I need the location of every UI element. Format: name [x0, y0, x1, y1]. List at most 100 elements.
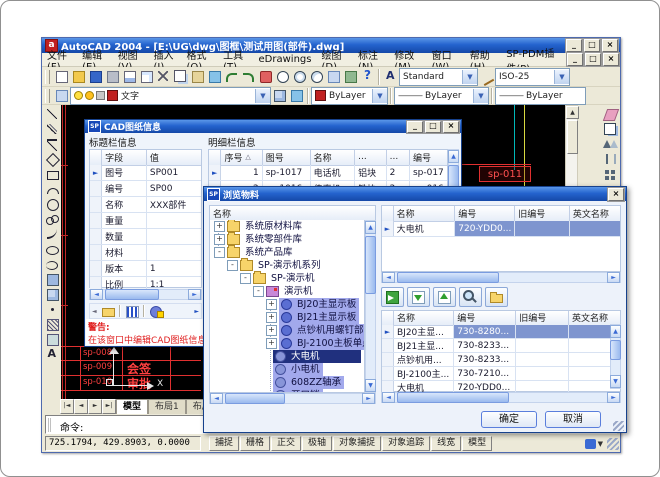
field-cell[interactable]: 材料	[102, 245, 147, 260]
minimize-icon[interactable]: _	[566, 39, 582, 52]
transfer-icon[interactable]	[381, 287, 404, 307]
properties-icon[interactable]	[325, 69, 342, 84]
color-combobox[interactable]: ByLayer ▼	[311, 87, 388, 105]
open-folder-icon[interactable]	[485, 287, 508, 307]
tree-hscrollbar[interactable]: ◄ ►	[209, 393, 376, 404]
field-cell[interactable]: 图号	[102, 165, 147, 180]
linetype-combobox[interactable]: ——— ByLayer ▼	[394, 87, 489, 105]
tree-item[interactable]: +系统原材料库	[210, 220, 305, 233]
tree-item[interactable]: +点钞机用螺钉部件	[262, 324, 365, 337]
scroll-thumb[interactable]	[397, 392, 509, 403]
seq-cell[interactable]: 1	[221, 165, 262, 180]
new-icon[interactable]	[53, 69, 70, 84]
value-cell[interactable]: 1	[147, 261, 201, 276]
code-column-header[interactable]: 编号	[455, 206, 515, 222]
tab-first-icon[interactable]: |◄	[60, 399, 74, 414]
tree-item-label[interactable]: 演示机	[281, 285, 316, 298]
toggle-osnap[interactable]: 对象捕捉	[333, 436, 381, 451]
scroll-thumb[interactable]	[225, 393, 285, 404]
scroll-up-icon[interactable]: ▲	[610, 325, 621, 338]
table-row[interactable]: 编号 SP00	[90, 181, 201, 197]
move-down-icon[interactable]	[407, 287, 430, 307]
cut-icon[interactable]	[155, 69, 172, 84]
code-column-header[interactable]: 编号	[410, 150, 447, 166]
dwg-column-header[interactable]: 图号	[263, 150, 311, 166]
tree-item-label[interactable]: 系统零部件库	[242, 233, 305, 246]
value-cell[interactable]: SP00	[147, 181, 201, 196]
multiline-text-icon[interactable]	[44, 347, 61, 362]
polygon-icon[interactable]	[44, 152, 61, 167]
table-row[interactable]: BJ21主显... 730-8233...	[382, 339, 620, 353]
dwg-cell[interactable]: sp-1017	[263, 165, 311, 180]
copy-icon[interactable]	[172, 69, 189, 84]
collapse-icon[interactable]: -	[227, 260, 238, 271]
name-cell[interactable]: 大电机	[394, 221, 456, 236]
table-row[interactable]: BJ-2100主... 730-7210...	[382, 367, 620, 381]
value-column-header[interactable]: 值	[147, 150, 201, 166]
construction-line-icon[interactable]	[44, 122, 61, 137]
result-table-hscrollbar[interactable]: ◄ ►	[381, 392, 621, 403]
layers-icon[interactable]	[53, 88, 70, 103]
table-row[interactable]: ► 大电机 720-YDD0...	[382, 221, 620, 237]
table-row[interactable]: ► 图号 SP001	[90, 165, 201, 181]
close-icon[interactable]: ×	[443, 121, 459, 133]
name-column-header[interactable]: 名称	[311, 150, 356, 166]
value-cell[interactable]	[147, 213, 201, 228]
tree-item-label[interactable]: 大电机	[288, 350, 323, 363]
mdi-close-icon[interactable]: ×	[603, 53, 619, 66]
tree-item-label[interactable]: 系统原材料库	[242, 220, 305, 233]
scroll-right-icon[interactable]: ►	[188, 289, 201, 300]
open-icon[interactable]	[70, 69, 87, 84]
field-cell[interactable]: 名称	[102, 197, 147, 212]
scroll-thumb[interactable]	[397, 272, 499, 283]
make-layer-icon[interactable]	[271, 88, 288, 103]
offset-icon[interactable]	[602, 152, 619, 167]
expand-icon[interactable]: +	[266, 299, 277, 310]
designcenter-icon[interactable]	[342, 69, 359, 84]
tree-item-label[interactable]: BJ21主显示板	[294, 311, 359, 324]
scroll-thumb[interactable]	[567, 120, 578, 154]
mirror-icon[interactable]	[602, 137, 619, 152]
toggle-otrack[interactable]: 对象追踪	[382, 436, 430, 451]
tab-next-icon[interactable]: ►	[88, 399, 102, 414]
old-code-cell[interactable]	[515, 221, 570, 236]
scroll-down-icon[interactable]: ▼	[365, 379, 376, 392]
code-cell[interactable]: sp-017	[410, 165, 447, 180]
tree-item-label[interactable]: 系统产品库	[242, 246, 296, 259]
table-row[interactable]: 点钞机用... 730-8233...	[382, 353, 620, 367]
name-cell[interactable]: 电话机	[311, 165, 356, 180]
expand-icon[interactable]: +	[266, 312, 277, 323]
command-prompt[interactable]: 命令:	[60, 419, 83, 434]
tree-item[interactable]: -演示机	[249, 285, 316, 298]
toggle-polar[interactable]: 极轴	[302, 436, 332, 451]
scroll-thumb[interactable]	[365, 236, 376, 294]
arc-icon[interactable]	[44, 182, 61, 197]
tab-last-icon[interactable]: ►|	[102, 399, 116, 414]
mdi-minimize-icon[interactable]: _	[567, 53, 583, 66]
tab-prev-icon[interactable]: ◄	[74, 399, 88, 414]
old-code-cell[interactable]	[516, 339, 569, 352]
table-row[interactable]: 名称 XXX部件	[90, 197, 201, 213]
name-column-header[interactable]: 名称	[394, 206, 456, 222]
old-code-column-header[interactable]: 旧编号	[515, 206, 570, 222]
tab-model[interactable]: 模型	[116, 399, 148, 414]
toggle-grid[interactable]: 栅格	[240, 436, 270, 451]
close-icon[interactable]: ×	[608, 188, 624, 201]
insert-block-icon[interactable]	[44, 272, 61, 287]
preview-icon[interactable]	[121, 69, 138, 84]
point-icon[interactable]	[44, 302, 61, 317]
name-cell[interactable]: BJ21主显...	[394, 339, 454, 352]
code-cell[interactable]: 720-YDD0...	[455, 221, 515, 236]
text-style-icon[interactable]	[382, 69, 399, 84]
tree-item-selected[interactable]: 大电机	[273, 350, 361, 363]
code-cell[interactable]: 730-8233...	[454, 353, 516, 366]
cancel-button[interactable]: 取消	[545, 411, 601, 428]
rectangle-icon[interactable]	[44, 167, 61, 182]
ellipse-icon[interactable]	[44, 242, 61, 257]
tree-item[interactable]: + BJ21主显示板	[262, 311, 359, 324]
old-code-cell[interactable]	[516, 325, 569, 338]
region-icon[interactable]	[44, 332, 61, 347]
polyline-icon[interactable]	[44, 137, 61, 152]
circle-icon[interactable]	[44, 197, 61, 212]
table-row[interactable]: ► BJ20主显... 730-8280...	[382, 325, 620, 339]
